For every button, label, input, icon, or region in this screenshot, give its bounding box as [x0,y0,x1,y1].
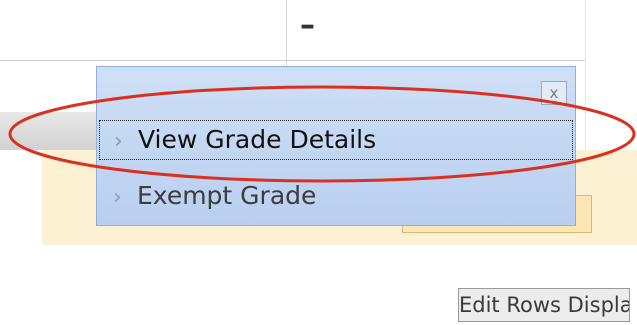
close-button[interactable]: x [541,81,567,105]
context-menu-popup: x › View Grade Details › Exempt Grade [96,66,576,226]
chevron-right-icon: › [113,185,122,210]
menu-item-exempt-grade[interactable]: › Exempt Grade [99,177,573,217]
edit-rows-displayed-button[interactable]: Edit Rows Displayed [458,288,630,322]
close-icon: x [549,84,559,102]
menu-item-view-grade-details[interactable]: › View Grade Details [99,120,573,160]
grade-value: – [300,8,315,43]
table-cell [286,0,586,60]
menu-item-label: View Grade Details [138,125,377,154]
menu-item-label: Exempt Grade [137,181,317,210]
table-cell [0,0,285,60]
chevron-right-icon: › [114,129,123,154]
table-row-header [0,112,110,150]
edit-rows-displayed-label: Edit Rows Displayed [459,293,629,317]
